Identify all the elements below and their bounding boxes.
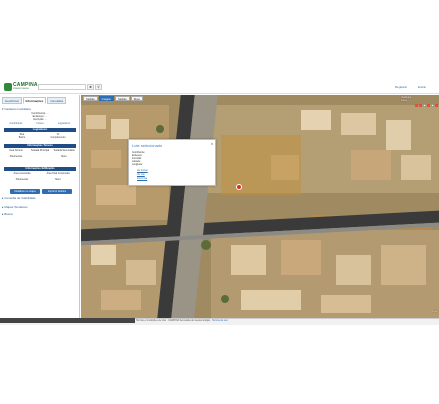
panel-tabs: GeoPortal Informações Camadas	[2, 97, 67, 104]
tree	[201, 240, 211, 250]
layer-controls: Unidades Lotes	[401, 96, 437, 102]
login-link[interactable]: Entrar	[418, 85, 426, 89]
popup-line: Latitude:	[132, 161, 141, 163]
lot-popup: Lote selecionado x Contribuinte: Endereç…	[128, 139, 216, 186]
popup-line: Contribuinte:	[132, 152, 146, 154]
edificacao-row: Área construída Área Total Construída	[4, 172, 76, 175]
rooftop	[351, 150, 391, 180]
cell: Área Terreno	[9, 149, 23, 152]
terreno-bar: Informações Terreno	[4, 144, 76, 148]
rooftop	[301, 110, 331, 130]
map-scale: 10 m	[432, 311, 437, 313]
popup-close-icon[interactable]: x	[211, 141, 213, 146]
rooftop	[101, 290, 141, 310]
basemap-satellite2-button[interactable]: Satélite	[115, 96, 130, 101]
tool-icon[interactable]	[423, 104, 426, 107]
footer-copy: Termos e Condições de Uso · CAMPINA Secr…	[136, 319, 212, 322]
cell: Área Total Construída	[46, 172, 70, 175]
cell: Complemento	[50, 136, 66, 139]
details-map-button[interactable]: Detalhes no mapa	[10, 189, 40, 194]
basemap-streets-button[interactable]: Ruas	[130, 96, 143, 101]
inscricao-line: Inscrição: ...	[33, 118, 47, 121]
cell: Área construída	[13, 172, 31, 175]
clear-search-button[interactable]: ✖	[87, 84, 94, 90]
layer-toggle-lotes[interactable]: Lotes	[401, 99, 437, 102]
popup-line: Endereço:	[132, 155, 143, 157]
cell: Pavimentos	[15, 178, 29, 181]
rooftop	[241, 290, 301, 310]
tool-icon[interactable]	[419, 104, 422, 107]
rooftop	[86, 115, 106, 129]
edificacao-row: Pavimentos Muro	[4, 178, 76, 181]
tab-informacoes[interactable]: Informações	[22, 97, 47, 104]
popup-line: Longitude:	[132, 164, 143, 166]
search-button[interactable]: ⚲	[95, 84, 102, 90]
rooftop	[381, 245, 426, 285]
mapas-tematicos-header[interactable]: ▸ Mapas Temáticos	[2, 205, 78, 209]
tool-icon[interactable]	[427, 104, 430, 107]
footer-text: Termos e Condições de Uso · CAMPINA Secr…	[136, 319, 228, 322]
logradouro-bar: Logradouro	[4, 128, 76, 132]
logradouro-row: Bairro Complemento	[4, 136, 76, 139]
tree	[221, 295, 229, 303]
cell	[28, 155, 52, 158]
basemap-satellite-button[interactable]: Satélite	[83, 96, 98, 101]
tab-camadas[interactable]: Camadas	[47, 97, 67, 104]
terms-link[interactable]: Termos de uso	[212, 319, 228, 322]
rooftop	[231, 245, 266, 275]
left-panel: GeoPortal Informações Camadas ▾ Cadastro…	[0, 95, 80, 318]
terreno-row: Área Terreno Testada Principal Testada S…	[4, 149, 76, 152]
tool-icon[interactable]	[431, 104, 434, 107]
cell: Muro	[55, 178, 61, 181]
rooftop	[91, 245, 116, 265]
rooftop	[126, 260, 156, 285]
cell: Bairro	[18, 136, 26, 139]
tree	[156, 125, 164, 133]
map-view[interactable]: Satélite Imagem Satélite Ruas	[81, 95, 439, 318]
map-mini-tools	[415, 104, 438, 107]
rooftop	[96, 185, 136, 205]
basemap-image-button[interactable]: Imagem	[98, 96, 115, 101]
logo-subtitle: PREFEITURA DE	[13, 88, 29, 90]
cadastro-section-header[interactable]: ▾ Cadastro Imobiliário	[2, 107, 78, 111]
popup-link-zoom[interactable]: Zoom lote	[137, 178, 147, 180]
tab-geoportal[interactable]: GeoPortal	[2, 97, 22, 104]
cell: Pavimentos	[9, 155, 23, 158]
tool-icon[interactable]	[435, 104, 438, 107]
selected-lot-marker-icon[interactable]	[236, 184, 242, 190]
logo[interactable]: CAMPINA PREFEITURA DE	[4, 82, 38, 92]
rooftop	[111, 119, 129, 139]
rooftop	[401, 155, 431, 180]
print-bulletin-button[interactable]: Imprimir boletim	[42, 189, 72, 194]
consulta-viabilidade-header[interactable]: ▸ Consulta de Viabilidade	[2, 196, 78, 200]
rooftop	[91, 150, 121, 168]
rooftop	[386, 120, 411, 150]
terreno-row: Pavimentos Muro	[4, 155, 76, 158]
busca-header[interactable]: ▸ Busca	[2, 212, 78, 216]
map-toolbar: Satélite Imagem Satélite Ruas	[83, 96, 143, 101]
rooftop	[336, 255, 371, 285]
popup-line: Inscrição:	[132, 158, 142, 160]
info-links: Contribuinte Imóvel Logradouro	[4, 122, 76, 125]
link-contribuinte[interactable]: Contribuinte	[4, 122, 28, 125]
cell: Testada Principal	[30, 149, 50, 152]
link-imovel[interactable]: Imóvel	[28, 122, 52, 125]
link-logradouro[interactable]: Logradouro	[52, 122, 76, 125]
rooftop	[341, 113, 376, 135]
status-url	[0, 318, 135, 323]
rooftop	[321, 295, 371, 313]
cell: Testada Secundária	[53, 149, 75, 152]
register-link[interactable]: Registrar	[395, 85, 407, 89]
rooftop	[281, 240, 321, 275]
popup-link-imovel[interactable]: Ver imóvel	[137, 170, 148, 172]
edificacao-bar: Informações Edificação	[4, 167, 76, 171]
popup-title: Lote selecionado	[132, 143, 163, 148]
popup-link-lote[interactable]: Ver lote	[137, 174, 145, 176]
tool-icon[interactable]	[415, 104, 418, 107]
cell: Muro	[61, 155, 67, 158]
selected-lot-area[interactable]	[221, 135, 301, 195]
search-input[interactable]	[38, 84, 86, 90]
logo-mark-icon	[4, 83, 12, 91]
